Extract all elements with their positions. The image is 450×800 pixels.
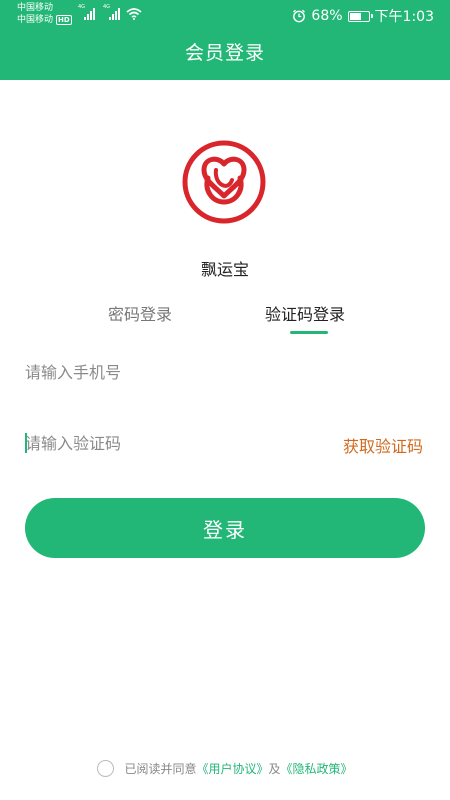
clock: 下午1:03 [374, 9, 434, 25]
signal-indicators: 4G 4G [78, 4, 142, 20]
code-input[interactable] [25, 428, 305, 458]
status-bar: 中国移动 中国移动 HD 4G 4G 68% 下午1:03 [0, 0, 450, 32]
battery-percent: 68% [311, 8, 343, 24]
signal-icon: 4G [103, 4, 120, 20]
tab-password-login[interactable]: 密码登录 [108, 301, 172, 325]
agreement-conjunction: 及 [268, 762, 281, 776]
tab-code-login[interactable]: 验证码登录 [265, 301, 345, 325]
agreement-prefix: 已阅读并同意 [124, 762, 197, 776]
alarm-icon [293, 9, 306, 23]
hd-badge: HD [56, 15, 72, 25]
active-tab-indicator [290, 331, 328, 334]
battery-icon [347, 10, 373, 22]
network-type-2: 4G [103, 4, 111, 10]
user-agreement-link[interactable]: 《用户协议》 [196, 760, 268, 777]
heart-knot-logo-icon [182, 140, 266, 224]
phone-input[interactable] [25, 357, 425, 387]
text-cursor [25, 433, 27, 453]
login-button[interactable]: 登录 [25, 498, 425, 558]
signal-icon: 4G [78, 4, 95, 20]
agreement-row: 已阅读并同意 《用户协议》 及 《隐私政策》 [0, 760, 450, 777]
app-name: 飘运宝 [200, 260, 249, 279]
carrier-info: 中国移动 中国移动 HD [17, 2, 72, 26]
network-type-1: 4G [78, 4, 86, 10]
wifi-icon [126, 8, 142, 20]
get-code-button[interactable]: 获取验证码 [343, 433, 423, 457]
status-right: 68% 下午1:03 [292, 6, 434, 26]
page-title: 会员登录 [184, 42, 265, 64]
agreement-checkbox[interactable] [97, 760, 115, 777]
top-bar: 中国移动 中国移动 HD 4G 4G 68% 下午1:03 会员登录 [0, 0, 450, 80]
battery-fill [349, 12, 362, 20]
carrier-2: 中国移动 [17, 15, 54, 25]
privacy-policy-link[interactable]: 《隐私政策》 [281, 760, 353, 777]
carrier-1: 中国移动 [17, 3, 54, 13]
